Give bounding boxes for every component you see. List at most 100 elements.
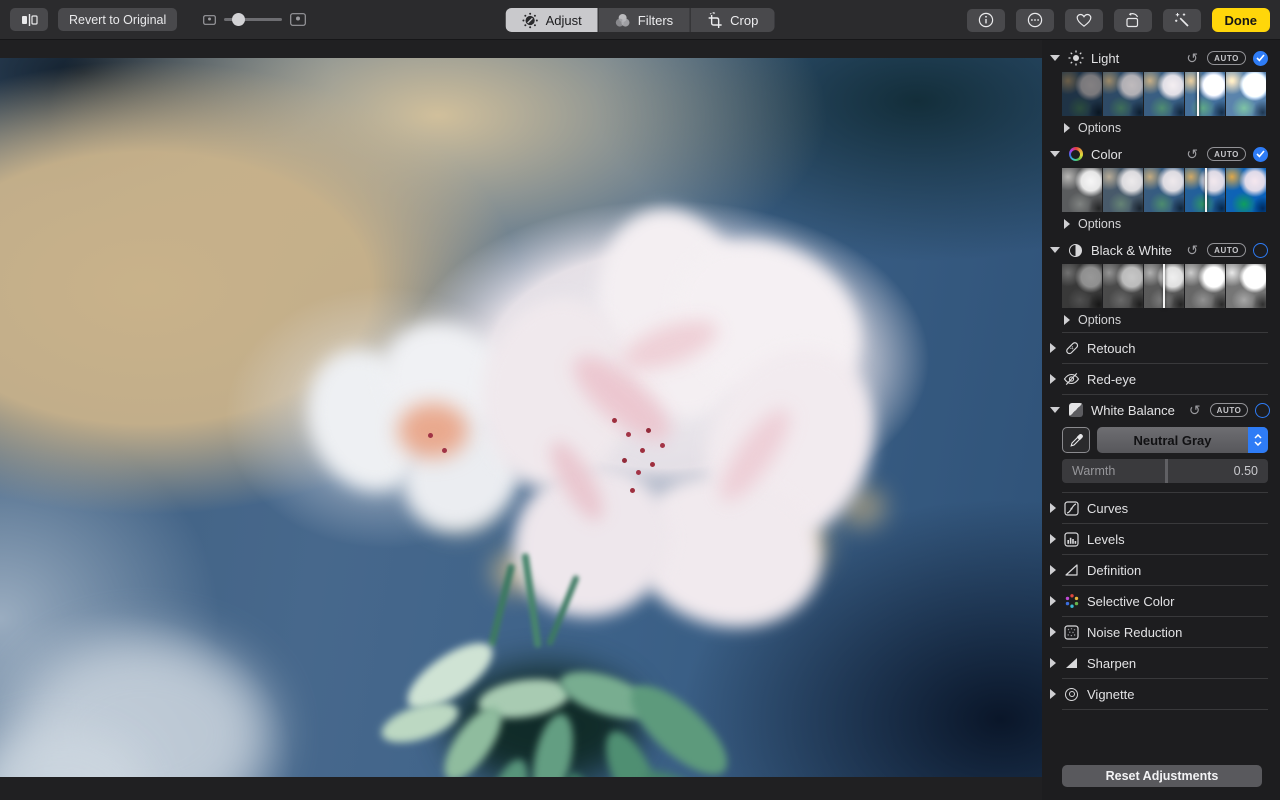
done-button[interactable]: Done <box>1211 8 1270 32</box>
color-options-row[interactable]: Options <box>1042 212 1280 236</box>
bw-options-row[interactable]: Options <box>1042 308 1280 332</box>
bw-thumb <box>1062 264 1102 308</box>
more-options-button[interactable] <box>1015 8 1054 32</box>
light-thumb <box>1062 72 1102 116</box>
favorite-button[interactable] <box>1064 8 1103 32</box>
bw-filmstrip-slider[interactable] <box>1062 264 1266 308</box>
color-options-triangle[interactable] <box>1064 219 1070 229</box>
tab-crop[interactable]: Crop <box>689 8 775 32</box>
white-balance-mode-dropdown[interactable]: Neutral Gray <box>1097 427 1268 453</box>
selective-color-label: Selective Color <box>1087 593 1175 609</box>
color-auto-badge[interactable]: AUTO <box>1207 147 1246 161</box>
light-filmstrip-slider[interactable] <box>1062 72 1266 116</box>
tab-filters-label: Filters <box>637 12 674 28</box>
light-options-triangle[interactable] <box>1064 123 1070 133</box>
color-disclosure-triangle[interactable] <box>1050 151 1060 157</box>
wb-mode-selected: Neutral Gray <box>1133 432 1212 448</box>
color-filmstrip-slider[interactable] <box>1062 168 1266 212</box>
sharpen-disclosure-triangle[interactable] <box>1050 658 1056 668</box>
bw-slider-handle[interactable] <box>1163 264 1165 308</box>
half-circle-icon <box>1067 242 1084 259</box>
auto-enhance-button[interactable] <box>1162 8 1201 32</box>
section-noise-reduction[interactable]: Noise Reduction <box>1042 617 1280 647</box>
bw-auto-badge[interactable]: AUTO <box>1207 243 1246 257</box>
section-vignette[interactable]: Vignette <box>1042 679 1280 709</box>
color-slider-handle[interactable] <box>1205 168 1208 212</box>
light-thumb <box>1103 72 1143 116</box>
light-disclosure-triangle[interactable] <box>1050 55 1060 61</box>
wb-enabled-checkbox[interactable] <box>1255 402 1271 418</box>
light-thumb <box>1144 72 1184 116</box>
retouch-label: Retouch <box>1087 340 1136 356</box>
vignette-disclosure-triangle[interactable] <box>1050 689 1056 699</box>
rotate-button[interactable] <box>1113 8 1152 32</box>
bw-undo-icon[interactable]: ↺ <box>1186 243 1198 257</box>
curves-icon <box>1063 500 1080 517</box>
zoom-slider-thumb[interactable] <box>232 13 246 26</box>
light-undo-icon[interactable]: ↺ <box>1186 51 1198 65</box>
revert-button[interactable]: Revert to Original <box>58 8 178 31</box>
bw-options-triangle[interactable] <box>1064 315 1070 325</box>
vignette-circles-icon <box>1063 686 1080 703</box>
noise-texture-icon <box>1063 624 1080 641</box>
light-slider-handle[interactable] <box>1197 72 1200 116</box>
warmth-slider-handle[interactable] <box>1165 459 1168 483</box>
section-levels[interactable]: Levels <box>1042 524 1280 554</box>
tab-crop-label: Crop <box>730 12 759 28</box>
tab-filters[interactable]: Filters <box>597 8 690 32</box>
sun-icon <box>1067 50 1084 67</box>
color-thumb <box>1226 168 1266 212</box>
edit-mode-tabs: Adjust Filters Crop <box>505 8 775 32</box>
info-button[interactable] <box>966 8 1005 32</box>
section-retouch[interactable]: Retouch <box>1042 333 1280 363</box>
dropdown-stepper-icon <box>1248 427 1268 453</box>
color-undo-icon[interactable]: ↺ <box>1186 147 1198 161</box>
section-selective-color[interactable]: Selective Color <box>1042 586 1280 616</box>
levels-icon <box>1063 531 1080 548</box>
edited-photo[interactable] <box>0 58 1042 777</box>
color-thumb <box>1144 168 1184 212</box>
tab-adjust-label: Adjust <box>545 12 582 28</box>
bw-disclosure-triangle[interactable] <box>1050 247 1060 253</box>
reset-adjustments-button[interactable]: Reset Adjustments <box>1062 765 1262 787</box>
section-definition[interactable]: Definition <box>1042 555 1280 585</box>
wb-auto-badge[interactable]: AUTO <box>1209 403 1249 417</box>
section-curves[interactable]: Curves <box>1042 493 1280 523</box>
crop-icon <box>706 11 723 29</box>
bw-thumb <box>1185 264 1225 308</box>
noise-reduction-disclosure-triangle[interactable] <box>1050 627 1056 637</box>
compare-original-button[interactable] <box>10 8 48 31</box>
warmth-label: Warmth <box>1072 464 1116 478</box>
light-enabled-checkbox[interactable] <box>1253 50 1268 66</box>
adjustments-sidebar: Light ↺ AUTO Options Color ↺ AUTO Option… <box>1042 40 1280 800</box>
zoom-slider[interactable] <box>224 13 283 26</box>
bw-enabled-checkbox[interactable] <box>1253 242 1268 258</box>
retouch-disclosure-triangle[interactable] <box>1050 343 1056 353</box>
selective-color-disclosure-triangle[interactable] <box>1050 596 1056 606</box>
noise-reduction-label: Noise Reduction <box>1087 624 1183 640</box>
color-wheel-icon <box>1067 146 1084 163</box>
wb-undo-icon[interactable]: ↺ <box>1189 403 1201 417</box>
vignette-label: Vignette <box>1087 686 1135 702</box>
section-light-header[interactable]: Light ↺ AUTO <box>1042 44 1280 72</box>
section-redeye[interactable]: Red-eye <box>1042 364 1280 394</box>
section-color-header[interactable]: Color ↺ AUTO <box>1042 140 1280 168</box>
section-bw-header[interactable]: Black & White ↺ AUTO <box>1042 236 1280 264</box>
section-sharpen[interactable]: Sharpen <box>1042 648 1280 678</box>
curves-disclosure-triangle[interactable] <box>1050 503 1056 513</box>
wb-disclosure-triangle[interactable] <box>1050 407 1060 413</box>
definition-disclosure-triangle[interactable] <box>1050 565 1056 575</box>
definition-triangle-icon <box>1063 562 1080 579</box>
light-options-row[interactable]: Options <box>1042 116 1280 140</box>
color-enabled-checkbox[interactable] <box>1253 146 1268 162</box>
section-whitebalance-header[interactable]: White Balance ↺ AUTO <box>1042 395 1280 425</box>
warmth-slider[interactable]: Warmth 0.50 <box>1062 459 1268 483</box>
eyedropper-button[interactable] <box>1062 427 1090 453</box>
levels-disclosure-triangle[interactable] <box>1050 534 1056 544</box>
bw-label: Black & White <box>1091 242 1172 258</box>
before-after-icon <box>21 13 38 27</box>
tab-adjust[interactable]: Adjust <box>505 8 598 32</box>
zoom-out-photo-icon <box>203 14 217 25</box>
light-auto-badge[interactable]: AUTO <box>1207 51 1246 65</box>
redeye-disclosure-triangle[interactable] <box>1050 374 1056 384</box>
